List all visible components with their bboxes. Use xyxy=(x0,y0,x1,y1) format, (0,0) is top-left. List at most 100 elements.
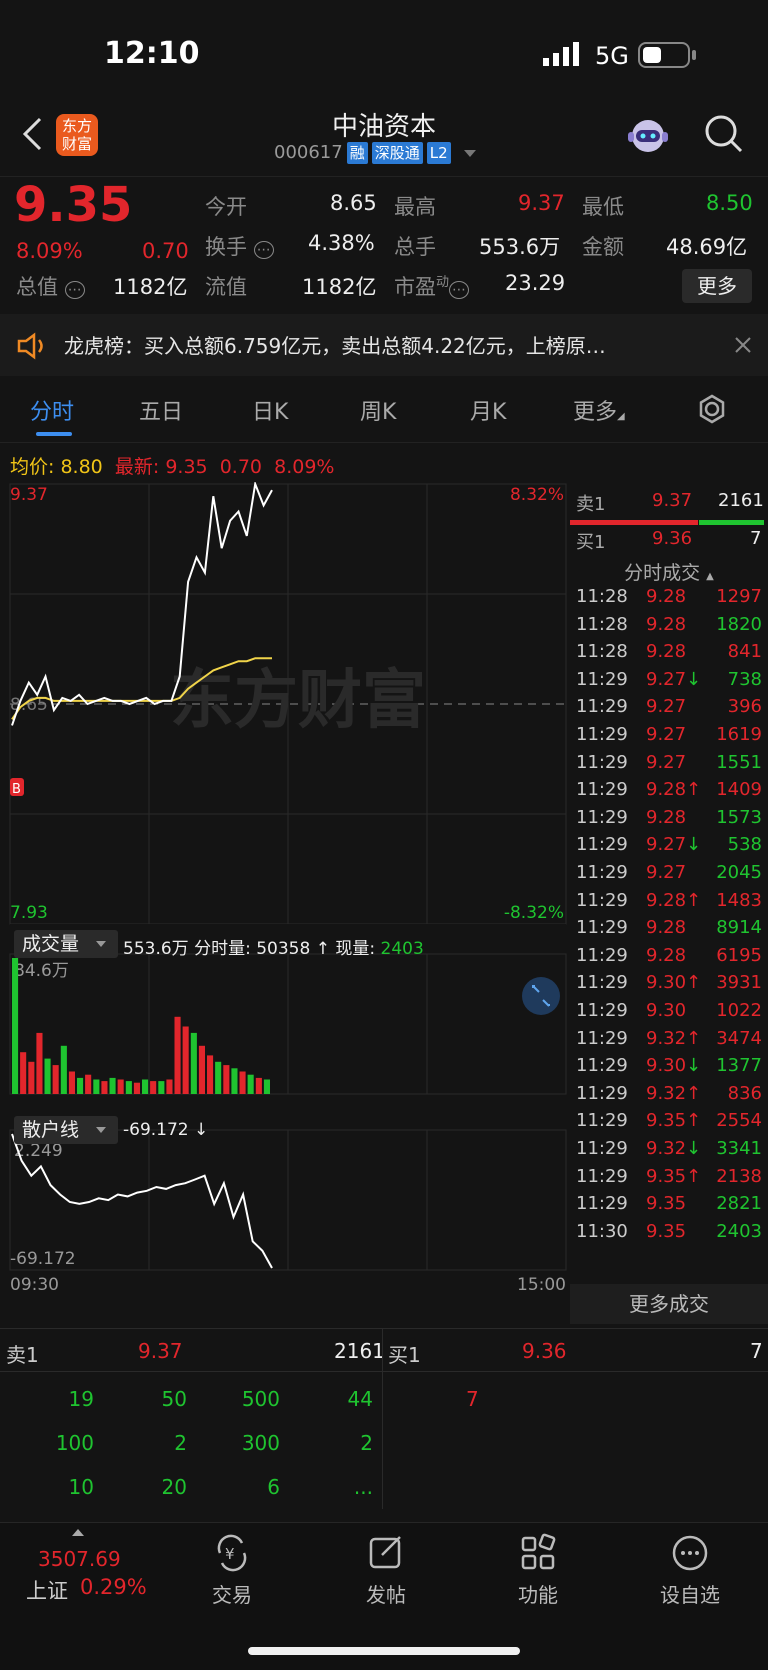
tick-panel: 卖1 9.37 2161 买1 9.36 7 分时成交 ▲ 11:28 9.28 1… xyxy=(570,482,768,1328)
tick-time: 11:29 xyxy=(576,806,628,828)
ob-ask-label: 卖1 xyxy=(6,1343,39,1367)
tick-arrow: ↑ xyxy=(686,1027,702,1049)
tick-volume: 1022 xyxy=(716,1000,762,1021)
volume-selector[interactable]: 成交量 xyxy=(14,930,118,958)
tick-row: 11:29 9.28 ↑ 1483 xyxy=(576,890,766,919)
tab-weekly-k[interactable]: 周K xyxy=(360,394,396,426)
volume-bar xyxy=(158,1081,165,1094)
side-ask-price: 9.37 xyxy=(652,490,693,511)
volume-bar xyxy=(142,1079,149,1094)
apps-icon xyxy=(521,1533,556,1570)
tick-time: 11:30 xyxy=(576,1220,628,1242)
tab-underline xyxy=(36,432,72,436)
ob-bid-price: 9.36 xyxy=(522,1339,567,1363)
volume-bar xyxy=(239,1071,246,1094)
tick-price: 9.27 xyxy=(646,724,687,745)
ask-queue-item: 2 xyxy=(360,1431,373,1455)
close-icon[interactable] xyxy=(734,336,752,358)
intraday-chart[interactable]: 东方财富 9.37 7.93 8.32% -8.32% 8.65 B 84.6万… xyxy=(0,482,570,1322)
side-bid-label: 买1 xyxy=(576,532,606,553)
tick-time: 11:29 xyxy=(576,1082,628,1104)
tick-price: 9.28 xyxy=(646,641,687,663)
tab-intraday[interactable]: 分时 xyxy=(30,394,74,426)
ticks-title[interactable]: 分时成交 ▲ xyxy=(570,558,768,585)
tick-arrow: ↑ xyxy=(686,889,702,911)
info-icon[interactable]: ⋯ xyxy=(449,281,470,299)
volume-bar xyxy=(198,1045,205,1094)
status-bar: 12:10 5G xyxy=(0,0,768,110)
order-book: 卖1 9.37 2161 买1 9.36 7 19 50 500 44 100 2 300 2… xyxy=(0,1328,768,1515)
volume-bar xyxy=(85,1074,92,1094)
turnover-label: 换手 ⋯ xyxy=(205,231,274,261)
tick-volume: 2138 xyxy=(716,1165,762,1187)
float-label: 流值 xyxy=(205,275,247,299)
tick-price: 9.28 xyxy=(646,889,687,911)
tab-more[interactable]: 更多◢ xyxy=(573,394,625,426)
tick-row: 11:29 9.28 ↑ 1409 xyxy=(576,779,766,808)
index-ticker[interactable]: 3507.69 上证 0.29% xyxy=(0,1523,160,1633)
volume-bar xyxy=(109,1077,116,1094)
signal-icon xyxy=(543,42,581,70)
ask-queue-item: ... xyxy=(353,1475,373,1499)
tick-row: 11:29 9.27 1619 xyxy=(576,724,766,753)
pct-bottom-label: -8.32% xyxy=(504,903,564,923)
chevron-down-icon xyxy=(96,1127,106,1133)
tick-row: 11:29 9.32 ↑ 3474 xyxy=(576,1028,766,1057)
pct-top-label: 8.32% xyxy=(510,485,564,505)
volume-bar xyxy=(223,1065,230,1094)
stock-code-row[interactable]: 000617 融深股通 L2 xyxy=(274,142,477,164)
dragon-tiger-banner[interactable]: 龙虎榜：买入总额6.759亿元，卖出总额4.22亿元，上榜原… xyxy=(0,314,768,376)
expand-icon[interactable] xyxy=(522,977,560,1015)
volume-value: 553.6万 xyxy=(479,235,561,259)
tick-volume: 1551 xyxy=(716,751,762,773)
settings-icon[interactable] xyxy=(697,394,727,428)
tick-price: 9.28 xyxy=(646,613,687,635)
quote-panel: 9.35 8.09% 0.70 今开 8.65 最高 9.37 最低 8.50 … xyxy=(0,176,768,307)
volume-bar xyxy=(150,1081,157,1094)
search-icon[interactable] xyxy=(702,112,744,158)
tick-arrow: ↓ xyxy=(686,834,702,856)
change-amount: 0.70 xyxy=(142,239,189,263)
index-name: 上证 xyxy=(26,1579,68,1603)
side-bid-price: 9.36 xyxy=(652,528,693,549)
home-indicator xyxy=(248,1647,520,1655)
tab-five-day[interactable]: 五日 xyxy=(139,394,183,426)
tick-price: 9.32 xyxy=(646,1082,687,1104)
nav-watchlist[interactable]: 设自选 xyxy=(630,1533,750,1608)
tick-row: 11:30 9.35 2403 xyxy=(576,1221,766,1250)
volume-bar xyxy=(117,1079,124,1094)
robot-assistant-icon[interactable] xyxy=(626,114,670,162)
tick-row: 11:29 9.30 1022 xyxy=(576,1000,766,1029)
tick-price: 9.27 xyxy=(646,751,687,773)
tick-price: 9.28 xyxy=(646,779,687,801)
tab-daily-k[interactable]: 日K xyxy=(252,394,288,426)
tick-time: 11:28 xyxy=(576,586,628,607)
battery-icon xyxy=(638,42,698,72)
volume-max-label: 84.6万 xyxy=(14,961,69,981)
last-price: 9.35 xyxy=(14,177,133,233)
nav-post[interactable]: 发帖 xyxy=(326,1533,446,1608)
tick-volume: 1483 xyxy=(716,889,762,911)
info-icon[interactable]: ⋯ xyxy=(64,281,85,299)
float-value: 1182亿 xyxy=(302,275,377,299)
volume-bar xyxy=(190,1032,197,1094)
tick-volume: 2045 xyxy=(716,862,762,883)
tick-row: 11:29 9.35 2821 xyxy=(576,1193,766,1222)
more-button[interactable]: 更多 xyxy=(682,269,752,303)
chevron-down-icon xyxy=(464,149,477,157)
tick-price: 9.35 xyxy=(646,1165,687,1187)
tab-monthly-k[interactable]: 月K xyxy=(470,394,506,426)
nav-trade[interactable]: ¥ 交易 xyxy=(172,1533,292,1608)
volume-bar xyxy=(215,1061,222,1094)
tick-time: 11:29 xyxy=(576,889,628,911)
tick-price: 9.27 xyxy=(646,696,687,718)
ob-bid-label: 买1 xyxy=(388,1343,421,1367)
nav-functions[interactable]: 功能 xyxy=(478,1533,598,1608)
indicator-selector[interactable]: 散户线 xyxy=(14,1116,118,1144)
info-icon[interactable]: ⋯ xyxy=(253,241,274,259)
tick-volume: 841 xyxy=(727,641,762,663)
tick-time: 11:29 xyxy=(576,1000,628,1021)
volume-bar xyxy=(60,1045,67,1094)
more-ticks-button[interactable]: 更多成交 xyxy=(570,1284,768,1324)
y-bottom-label: 7.93 xyxy=(10,903,48,923)
